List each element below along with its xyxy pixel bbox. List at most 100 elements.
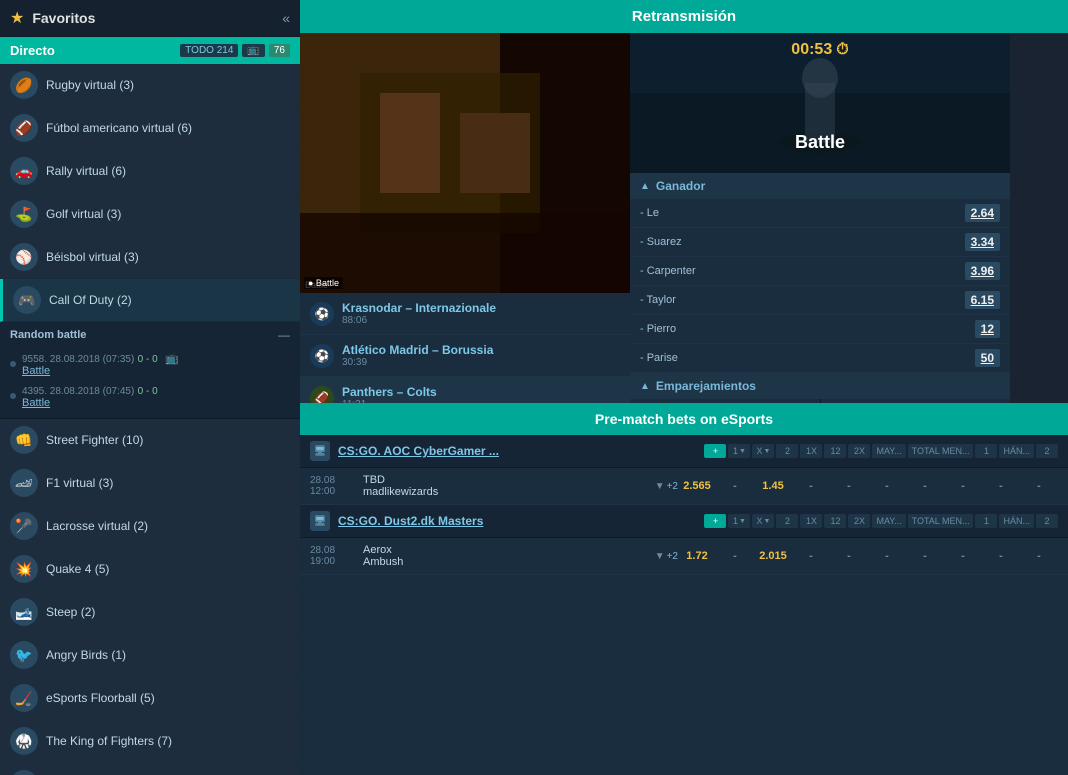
col-total-2[interactable]: TOTAL MEN... — [908, 514, 974, 528]
col-total-1[interactable]: TOTAL MEN... — [908, 444, 974, 458]
col-plus-2[interactable]: + — [704, 514, 726, 528]
bet-toggle-0[interactable]: ▼ — [655, 481, 665, 492]
battle-item-0[interactable]: 9558. 28.08.2018 (07:35) 0 - 0 📺 Battle — [10, 348, 290, 380]
esports-name-2[interactable]: CS:GO. Dust2.dk Masters — [338, 514, 704, 528]
sidebar-item-king[interactable]: 🥋 The King of Fighters (7) — [0, 720, 300, 763]
battle-item-1[interactable]: 4395. 28.08.2018 (07:45) 0 - 0 Battle — [10, 380, 290, 412]
col-12-2[interactable]: 12 — [824, 514, 846, 528]
col-2-2[interactable]: 2 — [776, 514, 798, 528]
sidebar-item-cod[interactable]: 🎮 Call Of Duty (2) — [0, 279, 300, 322]
col-2-1[interactable]: 2 — [776, 444, 798, 458]
sidebar-item-angry[interactable]: 🐦 Angry Birds (1) — [0, 634, 300, 677]
odds-val-0[interactable]: 2.64 — [965, 204, 1000, 222]
sidebar-item-golf[interactable]: ⛳ Golf virtual (3) — [0, 193, 300, 236]
handicap-0[interactable]: +2 — [667, 481, 678, 492]
bet-odds-1-0[interactable]: 2.565 — [678, 478, 716, 494]
odds-val-5[interactable]: 50 — [975, 349, 1000, 367]
col-2b-1[interactable]: 2 — [1036, 444, 1058, 458]
odds-row-5[interactable]: - Parise 50 — [630, 344, 1010, 373]
odds-row-2[interactable]: - Carpenter 3.96 — [630, 257, 1010, 286]
bet-odds-5-1: - — [830, 548, 868, 564]
bet-toggle-1[interactable]: ▼ — [655, 551, 665, 562]
random-battle-collapse[interactable]: — — [278, 328, 290, 342]
bet-odds-2-0: - — [716, 478, 754, 494]
odds-row-0[interactable]: - Le 2.64 — [630, 199, 1010, 228]
sidebar-item-floorball[interactable]: 🏒 eSports Floorball (5) — [0, 677, 300, 720]
bet-odds-10-0: - — [1020, 478, 1058, 494]
match-time-1: 30:39 — [342, 357, 620, 368]
odds-val-1[interactable]: 3.34 — [965, 233, 1000, 251]
sidebar-item-street[interactable]: 👊 Street Fighter (10) — [0, 419, 300, 462]
bet-odds-3-1[interactable]: 2.015 — [754, 548, 792, 564]
col-x-1[interactable]: X ▼ — [752, 444, 774, 458]
f1-icon: 🏎 — [10, 469, 38, 497]
sidebar-item-steep[interactable]: 🎿 Steep (2) — [0, 591, 300, 634]
battle-name-0[interactable]: Battle — [22, 365, 290, 377]
col-2x-1[interactable]: 2X — [848, 444, 870, 458]
sidebar-collapse-icon[interactable]: « — [282, 10, 290, 26]
col-may-1[interactable]: MAY... — [872, 444, 905, 458]
directo-row[interactable]: Directo TODO 214 📺 76 — [0, 37, 300, 64]
match-item-2[interactable]: 🏈 Panthers – Colts 11:31 — [300, 377, 630, 403]
col-may-2[interactable]: MAY... — [872, 514, 905, 528]
match-name-0: Krasnodar – Internazionale — [342, 301, 620, 315]
battle-timer: 00:53 ⏱ — [791, 41, 848, 59]
col-1b-2[interactable]: 1 — [975, 514, 997, 528]
todo-badge: TODO 214 — [180, 44, 238, 57]
col-han-2[interactable]: HÁN... — [999, 514, 1034, 528]
col-x-2[interactable]: X ▼ — [752, 514, 774, 528]
odds-val-4[interactable]: 12 — [975, 320, 1000, 338]
col-1x-2[interactable]: 1X — [800, 514, 822, 528]
col-han-1[interactable]: HÁN... — [999, 444, 1034, 458]
sidebar-item-f1[interactable]: 🏎 F1 virtual (3) — [0, 462, 300, 505]
bet-odds-8-0: - — [944, 478, 982, 494]
col-1x-1[interactable]: 1X — [800, 444, 822, 458]
match-name-2: Panthers – Colts — [342, 385, 620, 399]
match-item-0[interactable]: ⚽ Krasnodar – Internazionale 88:06 — [300, 293, 630, 335]
sidebar-item-lacrosse[interactable]: 🥍 Lacrosse virtual (2) — [0, 505, 300, 548]
ganador-label: Ganador — [656, 179, 705, 193]
sidebar-item-rally[interactable]: 🚗 Rally virtual (6) — [0, 150, 300, 193]
col-1-2[interactable]: 1 ▼ — [728, 514, 750, 528]
sidebar-item-injustice[interactable]: ⚡ Injustice (4) — [0, 763, 300, 775]
emparejamientos-header[interactable]: ▲ Emparejamientos — [630, 373, 1010, 399]
odds-row-3[interactable]: - Taylor 6.15 — [630, 286, 1010, 315]
esports-table-2-header: 🖥 CS:GO. Dust2.dk Masters + 1 ▼ X ▼ 2 1X… — [300, 505, 1068, 538]
bet-odds-3-0[interactable]: 1.45 — [754, 478, 792, 494]
col-plus-1[interactable]: + — [704, 444, 726, 458]
odds-val-2[interactable]: 3.96 — [965, 262, 1000, 280]
random-battle-title: Random battle — [10, 329, 86, 341]
handicap-1[interactable]: +2 — [667, 551, 678, 562]
floorball-label: eSports Floorball (5) — [46, 691, 155, 705]
bet-odds-6-1: - — [868, 548, 906, 564]
col-headers-1: + 1 ▼ X ▼ 2 1X 12 2X MAY... TOTAL MEN...… — [704, 444, 1058, 458]
esports-name-1[interactable]: CS:GO. AOC CyberGamer ... — [338, 444, 704, 458]
video-thumbnail[interactable]: Battle ● Battle — [300, 33, 630, 293]
odds-row-1[interactable]: - Suarez 3.34 — [630, 228, 1010, 257]
battle-id-time-0: 9558. 28.08.2018 (07:35) 0 - 0 📺 — [22, 351, 290, 365]
bet-odds-7-1: - — [906, 548, 944, 564]
sidebar-item-rugby[interactable]: 🏉 Rugby virtual (3) — [0, 64, 300, 107]
match-item-1[interactable]: ⚽ Atlético Madrid – Borussia 30:39 — [300, 335, 630, 377]
odds-name-3: - Taylor — [640, 294, 676, 306]
sidebar-item-baseball[interactable]: ⚾ Béisbol virtual (3) — [0, 236, 300, 279]
col-12-1[interactable]: 12 — [824, 444, 846, 458]
col-2x-2[interactable]: 2X — [848, 514, 870, 528]
bet-odds-1-1[interactable]: 1.72 — [678, 548, 716, 564]
prematch-header: Pre-match bets on eSports — [300, 403, 1068, 435]
col-2b-2[interactable]: 2 — [1036, 514, 1058, 528]
top-section: Battle ● Battle ⚽ Krasnodar – Internazio… — [300, 33, 1068, 403]
odds-row-4[interactable]: - Pierro 12 — [630, 315, 1010, 344]
match-betting-row-1: 28.0819:00 Aerox Ambush ▼ +2 1.72 - 2.01… — [300, 538, 1068, 575]
ganador-header[interactable]: ▲ Ganador — [630, 173, 1010, 199]
esports-icon-1: 🖥 — [310, 441, 330, 461]
bet-odds-5-0: - — [830, 478, 868, 494]
odds-val-3[interactable]: 6.15 — [965, 291, 1000, 309]
battle-dot-0 — [10, 361, 16, 367]
sidebar-item-quake[interactable]: 💥 Quake 4 (5) — [0, 548, 300, 591]
sidebar-item-football[interactable]: 🏈 Fútbol americano virtual (6) — [0, 107, 300, 150]
battle-name-1[interactable]: Battle — [22, 397, 290, 409]
col-1-1[interactable]: 1 ▼ — [728, 444, 750, 458]
col-1b-1[interactable]: 1 — [975, 444, 997, 458]
video-overlay — [300, 33, 630, 293]
